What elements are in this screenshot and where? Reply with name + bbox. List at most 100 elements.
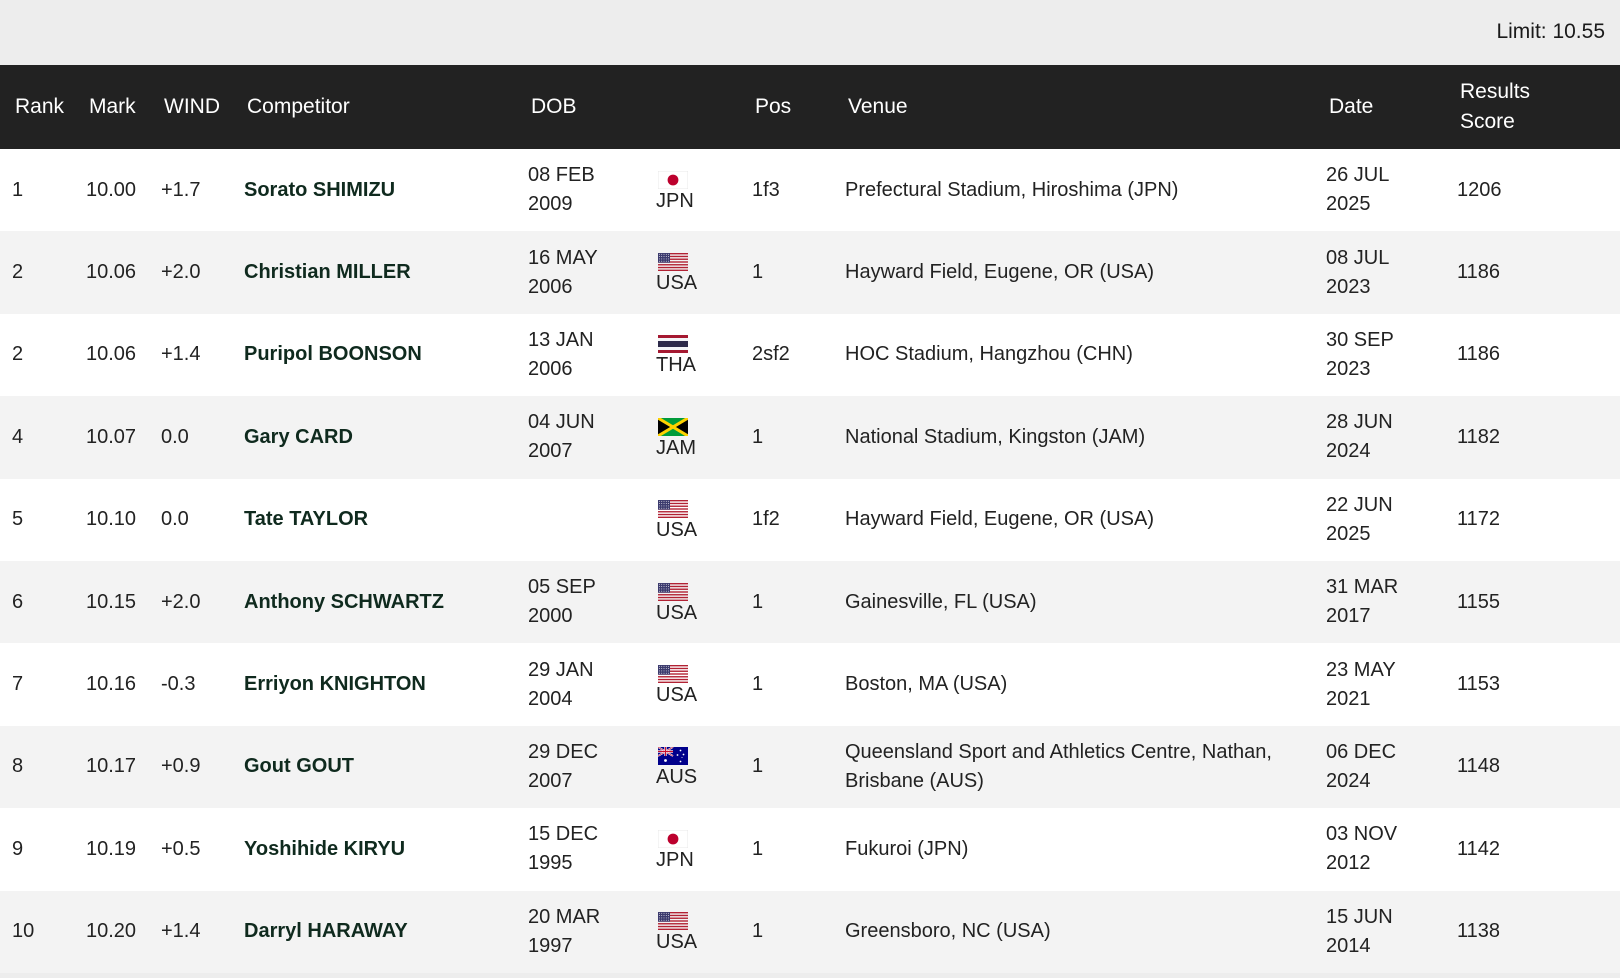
competitor-link[interactable]: Anthony SCHWARTZ [232,561,516,643]
venue-cell: Greensboro, NC (USA) [845,920,1051,943]
pos-cell: 1f3 [752,178,780,201]
header-dob[interactable]: DOB [516,65,644,149]
mark-cell: 10.15 [86,590,137,613]
competitor-link[interactable]: Sorato SHIMIZU [232,149,516,231]
rank-cell: 4 [12,425,24,448]
nat-code: JAM [656,436,696,459]
competitor-link[interactable]: Tate TAYLOR [232,479,516,561]
date-cell: 28 JUN 2024 [1314,396,1445,478]
date-day-month: 31 MAR [1326,576,1399,599]
wind-cell: +1.4 [161,343,201,366]
score-cell: 1153 [1457,673,1501,696]
pos-cell: 1 [752,425,764,448]
nat-code: AUS [656,766,698,789]
header-results-score[interactable]: Results Score [1445,65,1620,149]
nat-code: USA [656,272,698,295]
table-row: 8 10.17 +0.9 Gout GOUT 29 DEC 2007 AUS 1… [0,725,1620,809]
mark-cell: 10.10 [86,508,137,531]
rank-cell: 6 [12,590,24,613]
table-row: 9 10.19 +0.5 Yoshihide KIRYU 15 DEC 1995… [0,808,1620,891]
competitor-link[interactable]: Gary CARD [232,396,516,478]
dob-cell [516,479,644,561]
nat-cell: JPN [644,808,740,890]
score-cell: 1182 [1457,425,1501,448]
date-day-month: 22 JUN [1326,493,1393,516]
dob-cell: 04 JUN 2007 [516,396,644,478]
mark-cell: 10.07 [86,425,137,448]
score-cell: 1172 [1457,508,1501,531]
nat-cell: JAM [644,396,740,478]
dob-day-month: 29 JAN [528,658,594,681]
dob-year: 1997 [528,934,573,957]
header-mark[interactable]: Mark [74,65,149,149]
dob-day-month: 20 MAR [528,905,601,928]
nat-cell: USA [644,891,740,973]
header-nat [644,65,740,149]
nat-cell: USA [644,643,740,725]
header-date[interactable]: Date [1314,65,1445,149]
nat-cell: JPN [644,149,740,231]
nat-cell: USA [644,231,740,313]
jpn-flag-icon [657,169,689,189]
date-day-month: 06 DEC [1326,740,1397,763]
header-venue[interactable]: Venue [833,65,1314,149]
header-score-line1: Results [1460,80,1531,103]
header-wind[interactable]: WIND [149,65,232,149]
score-cell: 1142 [1457,837,1501,860]
date-year: 2012 [1326,852,1371,875]
date-cell: 30 SEP 2023 [1314,314,1445,396]
dob-year: 2007 [528,769,573,792]
rank-cell: 8 [12,755,24,778]
date-year: 2023 [1326,275,1371,298]
dob-cell: 13 JAN 2006 [516,314,644,396]
rank-cell: 1 [12,178,24,201]
pos-cell: 1 [752,673,764,696]
results-table: Rank Mark WIND Competitor DOB Pos Venue … [0,65,1620,973]
competitor-link[interactable]: Yoshihide KIRYU [232,808,516,890]
date-day-month: 30 SEP [1326,328,1394,351]
rank-cell: 2 [12,343,24,366]
competitor-link[interactable]: Gout GOUT [232,726,516,808]
dob-year: 1995 [528,852,573,875]
date-day-month: 03 NOV [1326,823,1398,846]
date-year: 2017 [1326,605,1371,628]
pos-cell: 1 [752,837,764,860]
dob-cell: 05 SEP 2000 [516,561,644,643]
header-pos[interactable]: Pos [740,65,833,149]
dob-cell: 15 DEC 1995 [516,808,644,890]
date-day-month: 15 JUN [1326,905,1393,928]
dob-day-month: 05 SEP [528,576,596,599]
header-competitor[interactable]: Competitor [232,65,516,149]
table-row: 2 10.06 +1.4 Puripol BOONSON 13 JAN 2006… [0,313,1620,397]
competitor-link[interactable]: Christian MILLER [232,231,516,313]
usa-flag-icon [658,498,688,519]
wind-cell: +0.9 [161,755,201,778]
pos-cell: 1f2 [752,508,780,531]
date-cell: 22 JUN 2025 [1314,479,1445,561]
competitor-link[interactable]: Darryl HARAWAY [232,891,516,973]
score-cell: 1155 [1457,590,1501,613]
score-cell: 1186 [1457,343,1501,366]
venue-cell: Hayward Field, Eugene, OR (USA) [845,508,1155,531]
wind-cell: -0.3 [161,673,196,696]
table-row: 5 10.10 0.0 Tate TAYLOR USA 1f2 Hayward … [0,478,1620,561]
header-score-line2: Score [1460,110,1515,133]
header-rank[interactable]: Rank [0,65,74,149]
dob-year: 2004 [528,687,573,710]
date-day-month: 08 JUL [1326,246,1390,269]
score-cell: 1148 [1457,755,1501,778]
mark-cell: 10.17 [86,755,137,778]
dob-year: 2006 [528,357,573,380]
date-cell: 06 DEC 2024 [1314,726,1445,808]
date-cell: 26 JUL 2025 [1314,149,1445,231]
dob-day-month: 16 MAY [528,246,598,269]
venue-cell: Queensland Sport and Athletics Centre, N… [845,740,1272,792]
date-year: 2014 [1326,934,1371,957]
dob-day-month: 13 JAN [528,328,594,351]
competitor-link[interactable]: Puripol BOONSON [232,314,516,396]
rank-cell: 9 [12,837,24,860]
nat-code: USA [656,931,698,954]
limit-label: Limit: 10.55 [1496,20,1605,43]
competitor-link[interactable]: Erriyon KNIGHTON [232,643,516,725]
usa-flag-icon [658,910,688,931]
